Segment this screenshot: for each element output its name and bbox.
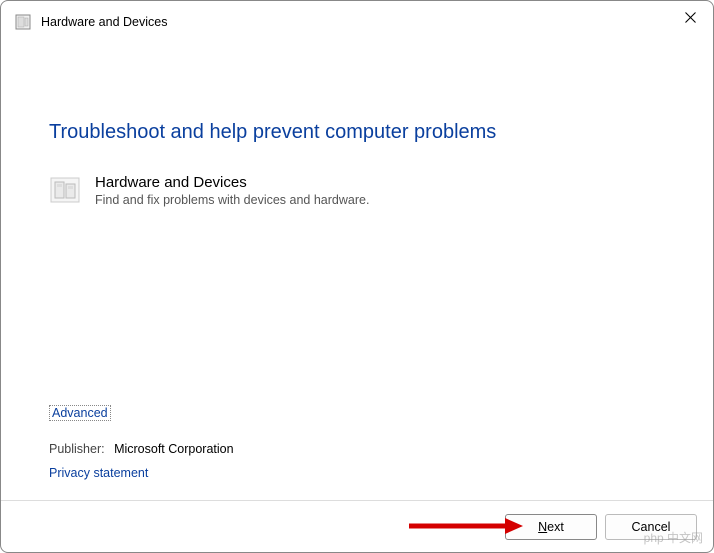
- footer: Next Cancel: [1, 500, 713, 552]
- titlebar: Hardware and Devices: [1, 1, 713, 43]
- advanced-link[interactable]: Advanced: [49, 405, 111, 421]
- cancel-button[interactable]: Cancel: [605, 514, 697, 540]
- page-heading: Troubleshoot and help prevent computer p…: [49, 121, 669, 144]
- publisher-name: Microsoft Corporation: [114, 442, 234, 456]
- troubleshooter-item: Hardware and Devices Find and fix proble…: [49, 174, 669, 207]
- troubleshooter-description: Find and fix problems with devices and h…: [95, 193, 369, 207]
- close-button[interactable]: [667, 1, 713, 33]
- publisher-row: Publisher: Microsoft Corporation: [49, 442, 669, 456]
- next-label-rest: ext: [547, 520, 564, 534]
- privacy-statement-link[interactable]: Privacy statement: [49, 466, 148, 480]
- next-button[interactable]: Next: [505, 514, 597, 540]
- content-area: Troubleshoot and help prevent computer p…: [1, 43, 713, 207]
- troubleshooter-text: Hardware and Devices Find and fix proble…: [95, 174, 369, 207]
- publisher-label: Publisher:: [49, 442, 105, 456]
- lower-links: Advanced Publisher: Microsoft Corporatio…: [49, 404, 669, 482]
- close-icon: [685, 12, 696, 23]
- window-title: Hardware and Devices: [41, 15, 167, 29]
- troubleshooter-title: Hardware and Devices: [95, 174, 369, 191]
- app-icon: [15, 14, 31, 30]
- troubleshooter-icon: [49, 174, 81, 206]
